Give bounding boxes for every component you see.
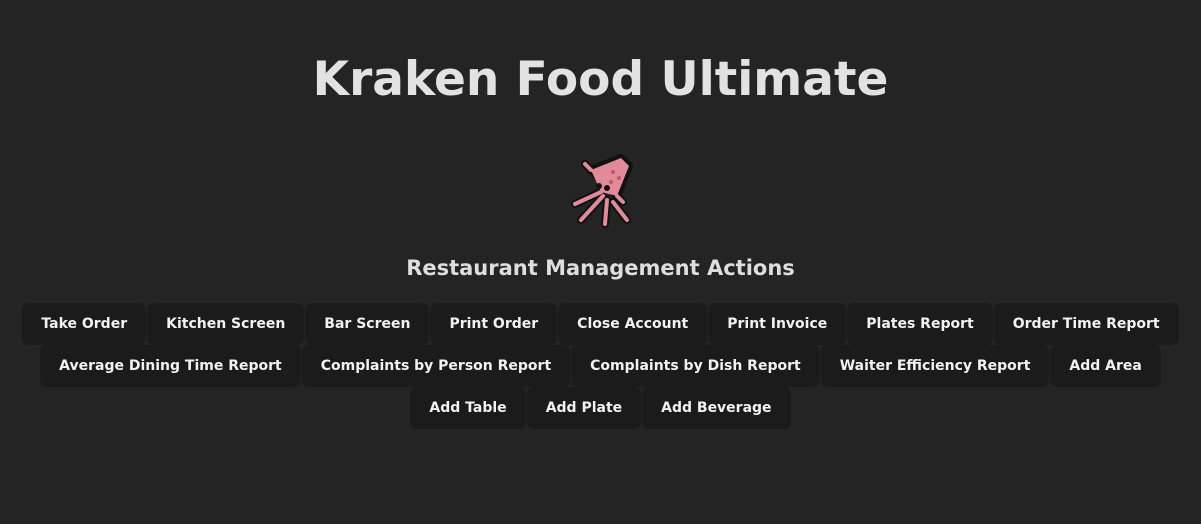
app-page: Kraken Food Ultimate Restaurant Manageme…	[0, 0, 1201, 524]
bar-screen-button[interactable]: Bar Screen	[305, 303, 430, 345]
add-beverage-button[interactable]: Add Beverage	[642, 387, 791, 429]
section-title: Restaurant Management Actions	[406, 256, 795, 280]
take-order-button[interactable]: Take Order	[22, 303, 147, 345]
close-account-button[interactable]: Close Account	[558, 303, 708, 345]
print-invoice-button[interactable]: Print Invoice	[708, 303, 847, 345]
squid-icon	[561, 152, 641, 232]
app-title: Kraken Food Ultimate	[312, 52, 889, 107]
add-plate-button[interactable]: Add Plate	[526, 387, 642, 429]
add-area-button[interactable]: Add Area	[1050, 345, 1161, 387]
action-button-group: Take Order Kitchen Screen Bar Screen Pri…	[0, 303, 1201, 429]
waiter-efficiency-report-button[interactable]: Waiter Efficiency Report	[820, 345, 1050, 387]
plates-report-button[interactable]: Plates Report	[847, 303, 993, 345]
print-order-button[interactable]: Print Order	[430, 303, 558, 345]
complaints-by-dish-report-button[interactable]: Complaints by Dish Report	[571, 345, 820, 387]
add-table-button[interactable]: Add Table	[410, 387, 526, 429]
order-time-report-button[interactable]: Order Time Report	[993, 303, 1179, 345]
kitchen-screen-button[interactable]: Kitchen Screen	[147, 303, 305, 345]
complaints-by-person-report-button[interactable]: Complaints by Person Report	[301, 345, 571, 387]
squid-logo-svg	[570, 154, 633, 228]
average-dining-time-report-button[interactable]: Average Dining Time Report	[40, 345, 301, 387]
